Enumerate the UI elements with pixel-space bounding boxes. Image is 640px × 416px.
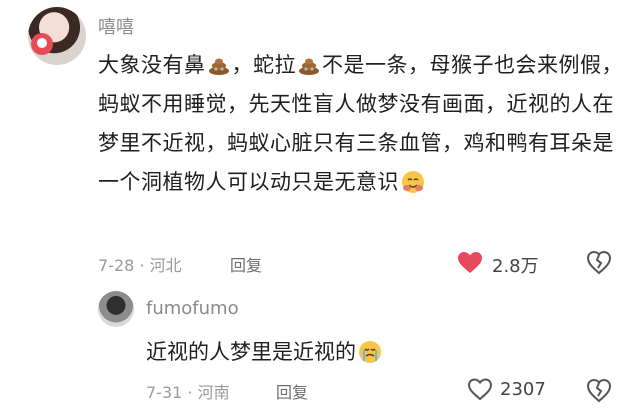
reply-text: 近视的人梦里是近视的 (146, 336, 382, 368)
comment-text-part1: 大象没有鼻 (98, 53, 206, 77)
reply-text-content: 近视的人梦里是近视的 (146, 340, 356, 364)
reply-date-location: 7-31 · 河南 (146, 383, 230, 402)
heart-outline-icon[interactable] (466, 377, 494, 401)
comment-text-part2: ，蛇拉 (231, 53, 296, 77)
avatar[interactable] (28, 7, 86, 65)
avatar[interactable] (98, 291, 134, 327)
broken-heart-icon[interactable] (586, 249, 612, 275)
crying-emoji (359, 341, 381, 363)
poop-emoji (208, 58, 229, 75)
heart-filled-icon[interactable] (456, 250, 484, 274)
comment-text: 大象没有鼻 ，蛇拉 不是一条，母猴子也会来例假，蚂蚁不用睡觉，先天性盲人做梦没有… (98, 46, 623, 202)
hug-emoji (402, 171, 424, 193)
comment-date-location: 7-28 · 河北 (98, 256, 182, 275)
poop-emoji (299, 58, 319, 75)
broken-heart-icon[interactable] (586, 377, 612, 403)
reply-button[interactable]: 回复 (276, 379, 308, 403)
reply-button[interactable]: 回复 (230, 252, 262, 276)
username[interactable]: fumofumo (146, 298, 239, 319)
username[interactable]: 嘻嘻 (98, 13, 134, 39)
like-count: 2.8万 (492, 256, 539, 277)
like-count: 2307 (500, 379, 546, 400)
